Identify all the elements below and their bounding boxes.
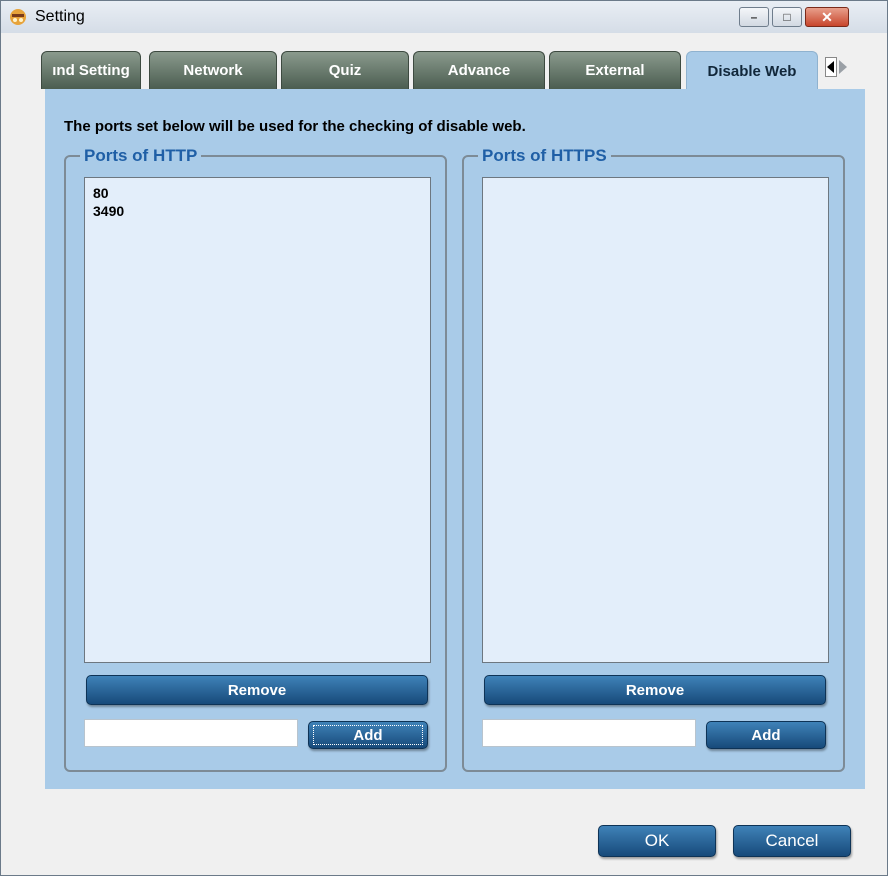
title-bar[interactable]: Setting – □ ✕ [1,1,887,33]
http-legend: Ports of HTTP [80,147,202,165]
tab-label: Quiz [328,62,362,79]
cancel-button[interactable]: Cancel [733,825,851,857]
https-port-input[interactable] [482,719,696,747]
button-label: Remove [625,681,685,699]
close-icon: ✕ [821,8,833,25]
tab-advance[interactable]: Advance [413,51,545,89]
button-label: Cancel [765,831,819,850]
arrow-left-icon[interactable] [825,57,837,77]
panel-description: The ports set below will be used for the… [64,118,526,135]
list-item[interactable]: 3490 [93,202,422,220]
maximize-button[interactable]: □ [772,7,802,27]
tab-label: Network [183,62,243,79]
focus-ring [313,725,423,745]
tab-label: ınd Setting [52,62,130,79]
maximize-icon: □ [783,10,791,24]
close-button[interactable]: ✕ [805,7,849,27]
https-legend: Ports of HTTPS [478,147,611,165]
http-remove-button[interactable]: Remove [86,675,428,705]
button-label: Add [751,726,781,744]
http-port-input[interactable] [84,719,298,747]
http-add-button[interactable]: Add [308,721,428,749]
http-ports-list[interactable]: 80 3490 [84,177,431,663]
settings-window: Setting – □ ✕ ınd Setting Network Quiz A… [0,0,888,876]
arrow-right-icon[interactable] [839,60,847,74]
https-add-button[interactable]: Add [706,721,826,749]
https-remove-button[interactable]: Remove [484,675,826,705]
disable-web-panel: The ports set below will be used for the… [45,89,865,789]
tab-quiz[interactable]: Quiz [281,51,409,89]
tab-label: Advance [447,62,511,79]
app-icon [10,9,26,25]
https-ports-list[interactable] [482,177,829,663]
button-label: Remove [227,681,287,699]
list-item[interactable]: 80 [93,184,422,202]
minimize-icon: – [750,10,758,24]
tab-network[interactable]: Network [149,51,277,89]
button-label: OK [644,831,670,850]
tab-label: Disable Web [707,63,797,80]
https-ports-group: Ports of HTTPS Remove Add [462,147,845,772]
tab-disable-web[interactable]: Disable Web [686,51,818,91]
tab-scroll-arrows [819,51,853,85]
window-title: Setting [35,8,85,25]
tab-label: External [585,62,645,79]
tab-external[interactable]: External [549,51,681,89]
ok-button[interactable]: OK [598,825,716,857]
http-ports-group: Ports of HTTP 80 3490 Remove Add [64,147,447,772]
tab-sound-setting[interactable]: ınd Setting [41,51,141,89]
tab-strip: ınd Setting Network Quiz Advance Externa… [41,51,853,91]
minimize-button[interactable]: – [739,7,769,27]
